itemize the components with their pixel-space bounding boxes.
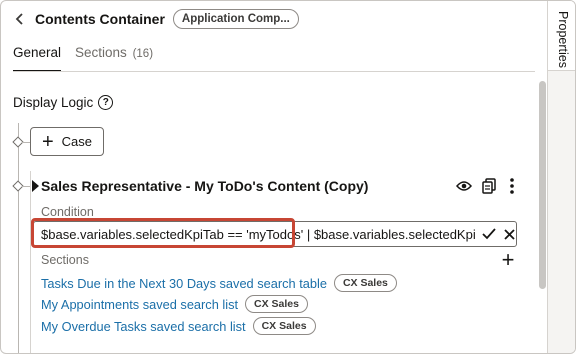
case-card: Sales Representative - My ToDo's Content… <box>30 171 526 353</box>
add-section-icon[interactable]: + <box>499 249 517 271</box>
side-rail: Properties <box>547 1 575 353</box>
properties-window: Contents Container Application Comp... G… <box>0 0 576 354</box>
tab-general[interactable]: General <box>13 45 62 72</box>
duplicate-icon[interactable] <box>480 177 498 195</box>
plus-icon: + <box>41 130 54 153</box>
condition-label: Condition <box>41 205 94 219</box>
section-item: Tasks Due in the Next 30 Days saved sear… <box>41 274 397 292</box>
section-link[interactable]: Tasks Due in the Next 30 Days saved sear… <box>41 276 327 291</box>
component-type-badge[interactable]: Application Comp... <box>172 9 299 29</box>
more-options-icon[interactable] <box>503 177 521 195</box>
page-title: Contents Container <box>35 11 165 27</box>
display-logic-label: Display Logic <box>13 95 94 110</box>
add-case-button[interactable]: + Case <box>30 127 104 156</box>
section-link[interactable]: My Overdue Tasks saved search list <box>41 319 246 334</box>
tab-bar: General Sections (16) <box>13 45 167 72</box>
close-icon[interactable] <box>500 225 516 243</box>
vertical-scrollbar[interactable] <box>539 81 546 289</box>
section-tag: CX Sales <box>333 274 397 292</box>
tab-label: Sections <box>75 45 127 60</box>
properties-panel: Contents Container Application Comp... G… <box>1 1 547 353</box>
section-link[interactable]: My Appointments saved search list <box>41 297 238 312</box>
help-icon[interactable]: ? <box>98 95 114 110</box>
chevron-left-icon[interactable] <box>13 12 27 26</box>
eye-icon[interactable] <box>455 177 473 195</box>
tab-properties[interactable]: Properties <box>548 1 575 71</box>
tab-sections[interactable]: Sections (16) <box>75 45 153 67</box>
check-icon[interactable] <box>480 225 498 243</box>
section-item: My Overdue Tasks saved search list CX Sa… <box>41 317 316 335</box>
display-logic-heading: Display Logic ? <box>13 95 114 110</box>
section-tag: CX Sales <box>245 295 308 313</box>
tab-label: General <box>13 45 62 60</box>
case-button-label: Case <box>61 134 93 149</box>
section-item: My Appointments saved search list CX Sal… <box>41 295 308 313</box>
tree-connector <box>22 186 30 187</box>
divider <box>13 71 535 72</box>
caret-right-icon[interactable] <box>32 180 39 192</box>
case-title: Sales Representative - My ToDo's Content… <box>41 178 369 194</box>
condition-highlight <box>31 218 295 248</box>
panel-header: Contents Container Application Comp... <box>13 9 299 29</box>
tree-line <box>18 123 19 353</box>
section-tag: CX Sales <box>252 317 316 335</box>
sections-label: Sections <box>41 253 89 267</box>
side-rail-label: Properties <box>556 11 570 68</box>
tree-connector <box>22 142 30 143</box>
tab-count: (16) <box>132 48 154 60</box>
